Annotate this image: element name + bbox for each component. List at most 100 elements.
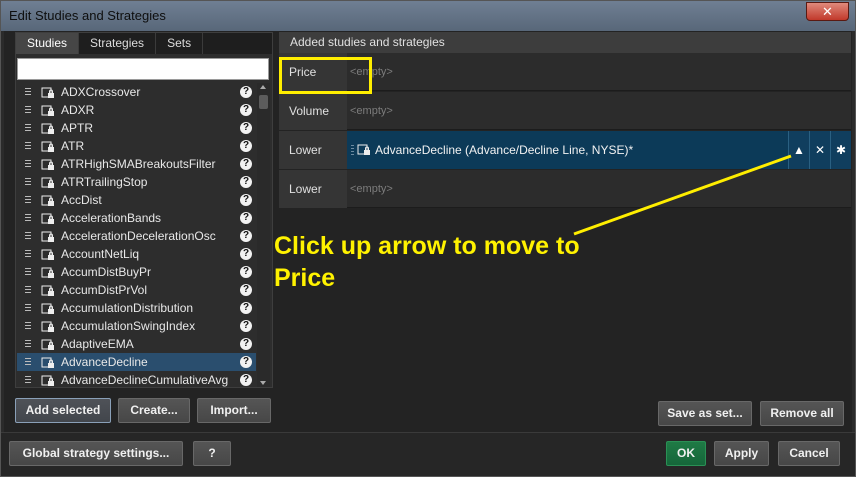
tab-sets[interactable]: Sets <box>156 33 204 54</box>
help-icon[interactable]: ? <box>240 104 252 116</box>
help-icon[interactable]: ? <box>240 212 252 224</box>
scroll-down-icon[interactable] <box>259 378 268 387</box>
added-study-name: AdvanceDecline (Advance/Decline Line, NY… <box>375 143 634 157</box>
help-icon[interactable]: ? <box>240 194 252 206</box>
cancel-button[interactable]: Cancel <box>778 441 840 466</box>
window-title: Edit Studies and Strategies <box>9 8 166 23</box>
lock-icon <box>357 144 370 155</box>
study-name: AccumDistPrVol <box>61 283 148 297</box>
close-button[interactable]: ✕ <box>806 2 849 21</box>
study-settings-gear-icon[interactable]: ✱ <box>830 131 851 169</box>
study-list[interactable]: ADXCrossover? ADXR? APTR? ATR? ATRHighSMABre… <box>17 83 256 387</box>
lock-icon <box>41 195 54 206</box>
study-name: ADXR <box>61 103 95 117</box>
list-item[interactable]: AdvanceDecline? <box>17 353 256 371</box>
drag-handle-icon[interactable] <box>25 124 31 132</box>
study-list-scrollbar[interactable] <box>257 83 270 387</box>
lock-icon <box>41 267 54 278</box>
drag-handle-icon[interactable] <box>25 340 31 348</box>
lock-icon <box>41 339 54 350</box>
apply-button[interactable]: Apply <box>714 441 769 466</box>
drag-handle-icon[interactable] <box>25 232 31 240</box>
study-name: APTR <box>61 121 94 135</box>
list-item[interactable]: AccumulationDistribution? <box>17 299 256 317</box>
study-name: ATRHighSMABreakoutsFilter <box>61 157 216 171</box>
create-button[interactable]: Create... <box>118 398 190 423</box>
lock-icon <box>41 249 54 260</box>
global-strategy-settings-button[interactable]: Global strategy settings... <box>9 441 183 466</box>
drag-handle-icon[interactable] <box>25 376 31 384</box>
list-item[interactable]: AdaptiveEMA? <box>17 335 256 353</box>
help-icon[interactable]: ? <box>240 122 252 134</box>
list-item[interactable]: AccDist? <box>17 191 256 209</box>
drag-handle-icon[interactable] <box>25 88 31 96</box>
help-icon[interactable]: ? <box>240 356 252 368</box>
drag-handle-icon[interactable] <box>25 196 31 204</box>
list-item[interactable]: AccumDistBuyPr? <box>17 263 256 281</box>
lock-icon <box>41 213 54 224</box>
added-study-item[interactable]: AdvanceDecline (Advance/Decline Line, NY… <box>347 131 851 169</box>
help-icon[interactable]: ? <box>240 302 252 314</box>
help-icon[interactable]: ? <box>240 338 252 350</box>
drag-handle-icon[interactable] <box>25 286 31 294</box>
drag-handle-icon[interactable] <box>351 145 354 155</box>
drag-handle-icon[interactable] <box>25 268 31 276</box>
list-item[interactable]: ATRTrailingStop? <box>17 173 256 191</box>
slot-volume[interactable]: Volume <empty> <box>279 92 851 130</box>
tab-strategies[interactable]: Strategies <box>79 33 157 54</box>
help-icon[interactable]: ? <box>240 176 252 188</box>
list-item[interactable]: APTR? <box>17 119 256 137</box>
drag-handle-icon[interactable] <box>25 178 31 186</box>
study-name: ATR <box>61 139 85 153</box>
drag-handle-icon[interactable] <box>25 106 31 114</box>
drag-handle-icon[interactable] <box>25 304 31 312</box>
title-bar[interactable]: Edit Studies and Strategies ✕ <box>1 1 855 31</box>
edit-studies-dialog: Edit Studies and Strategies ✕ Studies St… <box>0 0 856 477</box>
help-icon[interactable]: ? <box>240 320 252 332</box>
remove-study-button[interactable]: ✕ <box>809 131 830 169</box>
help-icon[interactable]: ? <box>240 86 252 98</box>
save-as-set-button[interactable]: Save as set... <box>658 401 752 426</box>
drag-handle-icon[interactable] <box>25 142 31 150</box>
move-up-button[interactable]: ▲ <box>788 131 809 169</box>
search-input[interactable] <box>17 58 269 80</box>
remove-all-button[interactable]: Remove all <box>760 401 844 426</box>
study-name: AccumulationDistribution <box>61 301 194 315</box>
study-name: AdvanceDeclineCumulativeAvg <box>61 373 229 387</box>
slot-lower-1[interactable]: Lower AdvanceDecline (Advance/Decline Li… <box>279 131 851 169</box>
help-icon[interactable]: ? <box>240 284 252 296</box>
list-item[interactable]: ADXR? <box>17 101 256 119</box>
lock-icon <box>41 123 54 134</box>
list-item[interactable]: AdvanceDeclineCumulativeAvg? <box>17 371 256 387</box>
study-name: ATRTrailingStop <box>61 175 148 189</box>
slot-lower-2[interactable]: Lower <empty> <box>279 170 851 208</box>
drag-handle-icon[interactable] <box>25 160 31 168</box>
help-icon[interactable]: ? <box>240 374 252 386</box>
add-selected-button[interactable]: Add selected <box>15 398 111 423</box>
drag-handle-icon[interactable] <box>25 322 31 330</box>
list-item[interactable]: AccumulationSwingIndex? <box>17 317 256 335</box>
tab-studies[interactable]: Studies <box>16 33 80 54</box>
drag-handle-icon[interactable] <box>25 250 31 258</box>
drag-handle-icon[interactable] <box>25 358 31 366</box>
help-icon[interactable]: ? <box>240 266 252 278</box>
help-icon[interactable]: ? <box>240 140 252 152</box>
scroll-up-icon[interactable] <box>259 83 268 92</box>
list-item[interactable]: AccountNetLiq? <box>17 245 256 263</box>
list-item[interactable]: ATR? <box>17 137 256 155</box>
list-item[interactable]: AccumDistPrVol? <box>17 281 256 299</box>
help-icon[interactable]: ? <box>240 248 252 260</box>
ok-button[interactable]: OK <box>666 441 706 466</box>
help-button[interactable]: ? <box>193 441 231 466</box>
list-item[interactable]: ADXCrossover? <box>17 83 256 101</box>
annotation-line-1: Click up arrow to move to <box>274 232 580 260</box>
list-item[interactable]: ATRHighSMABreakoutsFilter? <box>17 155 256 173</box>
help-icon[interactable]: ? <box>240 158 252 170</box>
list-item[interactable]: AccelerationDecelerationOsc? <box>17 227 256 245</box>
scroll-thumb[interactable] <box>259 95 268 109</box>
list-item[interactable]: AccelerationBands? <box>17 209 256 227</box>
help-icon[interactable]: ? <box>240 230 252 242</box>
lock-icon <box>41 141 54 152</box>
drag-handle-icon[interactable] <box>25 214 31 222</box>
import-button[interactable]: Import... <box>197 398 271 423</box>
